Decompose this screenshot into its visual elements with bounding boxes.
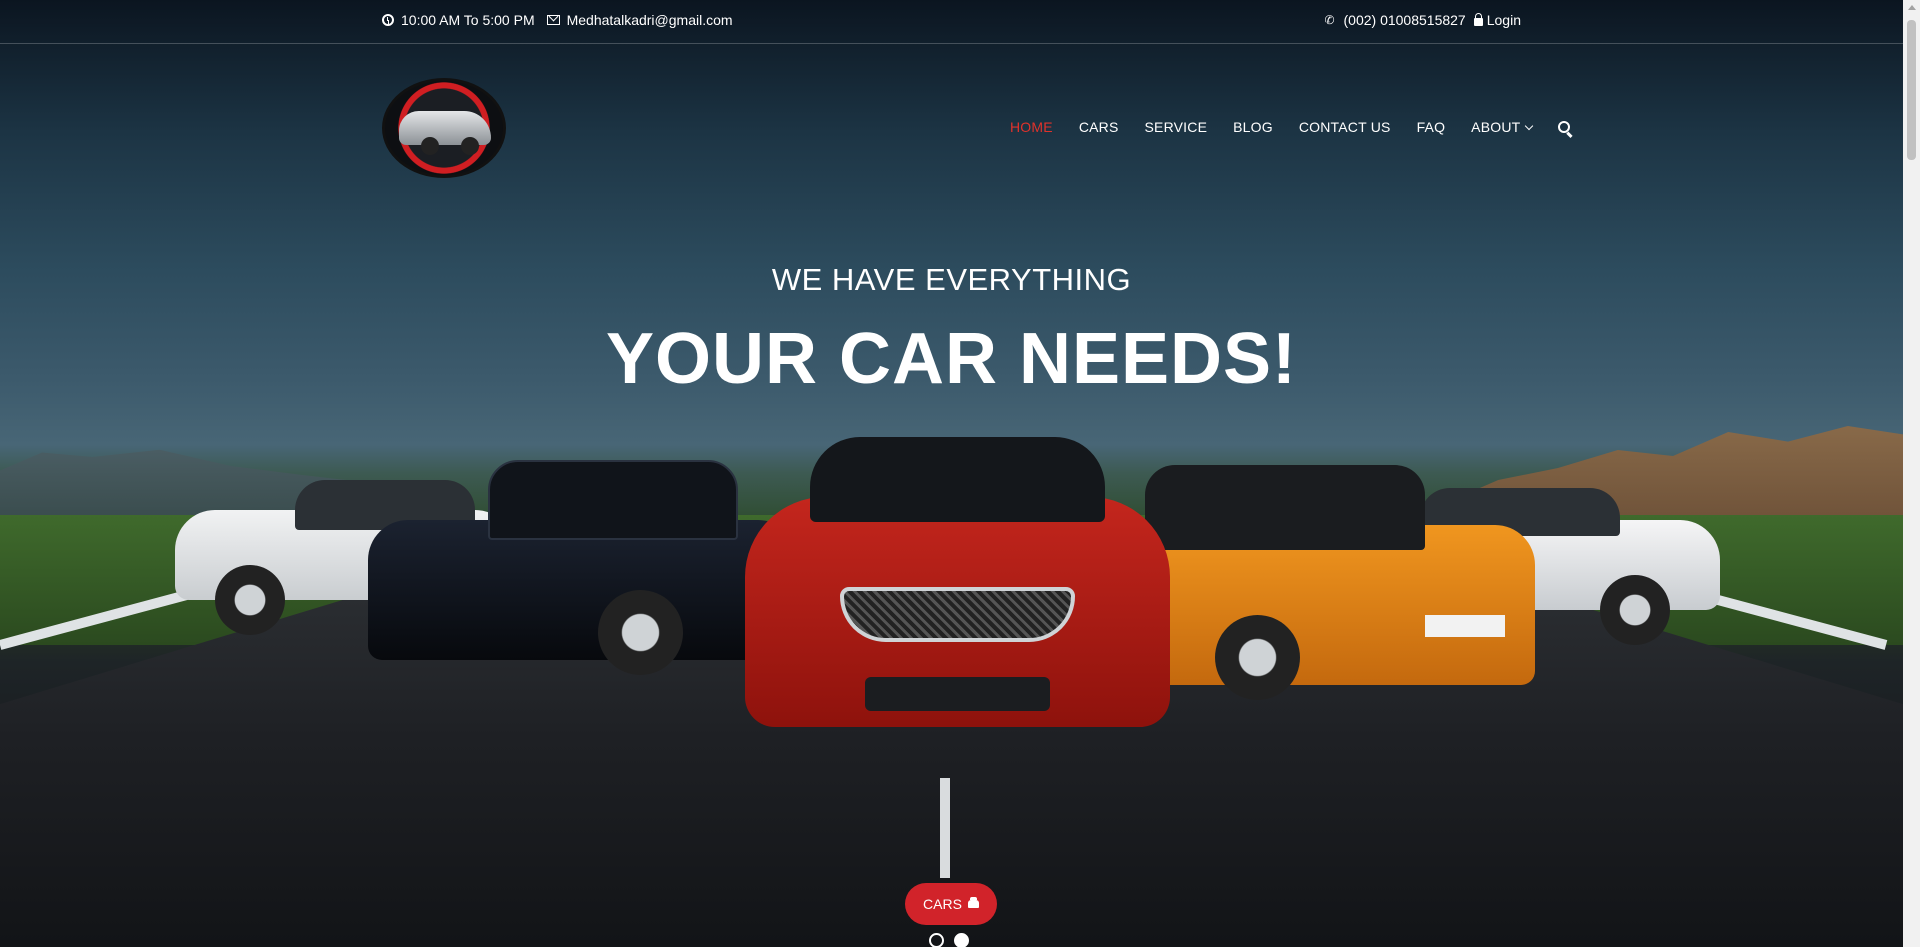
chevron-down-icon (1525, 121, 1534, 130)
phone-info[interactable]: ✆ (002) 01008515827 (1323, 12, 1466, 28)
nav-about[interactable]: ABOUT (1471, 119, 1534, 135)
phone-icon: ✆ (1324, 13, 1335, 27)
search-icon[interactable] (1558, 121, 1571, 133)
main-navigation: HOME CARS SERVICE BLOG CONTACT US FAQ AB… (1010, 119, 1571, 135)
hero-title: YOUR CAR NEEDS! (605, 319, 1298, 399)
hours-info: 10:00 AM To 5:00 PM (382, 12, 535, 28)
slider-dot-2[interactable] (954, 933, 969, 947)
cars-button[interactable]: CARS (905, 883, 997, 925)
login-link[interactable]: Login (1473, 12, 1521, 28)
cars-button-label: CARS (923, 896, 962, 912)
slider-dot-1[interactable] (929, 933, 944, 947)
logo-car (399, 111, 491, 155)
page-scrollbar[interactable] (1903, 0, 1920, 947)
road-center-line (940, 778, 950, 878)
nav-service[interactable]: SERVICE (1145, 119, 1208, 135)
car-red-sedan (745, 437, 1170, 747)
nav-blog[interactable]: BLOG (1233, 119, 1273, 135)
hours-text: 10:00 AM To 5:00 PM (401, 12, 535, 28)
nav-contact-us[interactable]: CONTACT US (1299, 119, 1391, 135)
hero-subtitle: WE HAVE EVERYTHING (771, 262, 1132, 297)
phone-text[interactable]: (002) 01008515827 (1344, 12, 1466, 28)
scrollbar-thumb[interactable] (1907, 20, 1916, 160)
top-bar: 10:00 AM To 5:00 PM Medhatalkadri@gmail.… (0, 0, 1903, 44)
lock-icon (1473, 12, 1483, 26)
clock-icon (382, 14, 394, 26)
car-orange-hatchback (1105, 455, 1545, 715)
login-text[interactable]: Login (1487, 12, 1521, 28)
email-text[interactable]: Medhatalkadri@gmail.com (567, 12, 733, 28)
nav-cars[interactable]: CARS (1079, 119, 1119, 135)
email-info[interactable]: Medhatalkadri@gmail.com (546, 12, 733, 28)
nav-about-label: ABOUT (1471, 119, 1521, 135)
nav-home[interactable]: HOME (1010, 119, 1053, 135)
scroll-up-arrow-icon[interactable] (1908, 5, 1916, 10)
car-icon (967, 897, 979, 908)
slider-dots (929, 933, 969, 947)
car-black-suv (368, 450, 808, 690)
envelope-icon (546, 15, 560, 25)
site-logo[interactable] (382, 78, 506, 178)
hero-banner (0, 0, 1903, 947)
nav-faq[interactable]: FAQ (1417, 119, 1446, 135)
